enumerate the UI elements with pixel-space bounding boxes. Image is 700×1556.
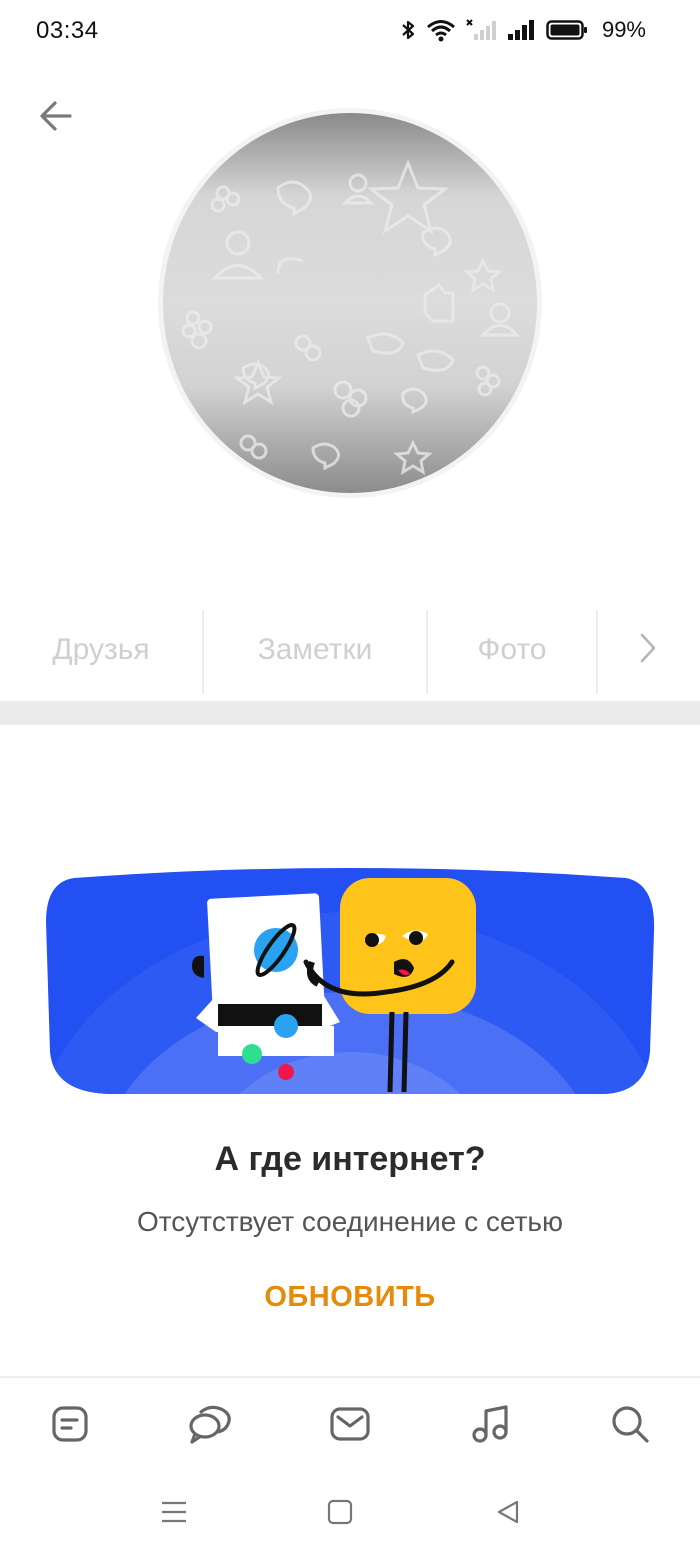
nav-discussions[interactable] <box>182 1398 238 1454</box>
status-bar: 03:34 99% <box>0 0 700 62</box>
section-divider <box>0 701 700 725</box>
arrow-left-icon <box>38 100 74 137</box>
wifi-icon <box>426 18 456 42</box>
tab-divider <box>596 610 598 694</box>
tab-friends[interactable]: Друзья <box>0 606 202 694</box>
back-button[interactable] <box>34 96 78 140</box>
home-icon <box>327 1499 353 1530</box>
system-back-button[interactable] <box>488 1494 528 1534</box>
status-icons <box>400 18 588 42</box>
profile-tabs: Друзья Заметки Фото <box>0 606 700 694</box>
avatar[interactable] <box>158 108 542 498</box>
chevron-right-icon <box>637 631 659 670</box>
refresh-button[interactable]: ОБНОВИТЬ <box>230 1268 470 1326</box>
discussions-icon <box>187 1402 233 1451</box>
messages-icon <box>329 1406 371 1447</box>
system-nav <box>0 1470 700 1556</box>
menu-icon <box>160 1499 188 1530</box>
error-title: А где интернет? <box>214 1140 486 1178</box>
feed-icon <box>50 1404 90 1449</box>
signal-1-icon <box>466 18 496 42</box>
error-subtitle: Отсутствует соединение с сетью <box>137 1206 563 1237</box>
tab-notes[interactable]: Заметки <box>204 606 426 694</box>
avatar-pattern <box>181 158 521 475</box>
battery-percent: 99% <box>601 17 646 42</box>
music-icon <box>469 1403 511 1450</box>
nav-messages[interactable] <box>322 1398 378 1454</box>
signal-2-icon <box>506 18 536 42</box>
battery-icon <box>546 19 588 41</box>
back-triangle-icon <box>495 1499 521 1530</box>
system-home-button[interactable] <box>320 1494 360 1534</box>
bluetooth-icon <box>400 18 416 42</box>
nav-search[interactable] <box>602 1398 658 1454</box>
status-time: 03:34 <box>36 17 99 44</box>
profile-screen: 03:34 99% Друзья Заметки Фото А где инте… <box>0 0 700 1556</box>
nav-music[interactable] <box>462 1398 518 1454</box>
tabs-next-button[interactable] <box>626 628 670 672</box>
system-menu-button[interactable] <box>154 1494 194 1534</box>
search-icon <box>609 1403 651 1450</box>
no-internet-illustration <box>44 862 656 1098</box>
bottom-nav <box>0 1376 700 1470</box>
tab-photos[interactable]: Фото <box>428 606 596 694</box>
nav-feed[interactable] <box>42 1398 98 1454</box>
